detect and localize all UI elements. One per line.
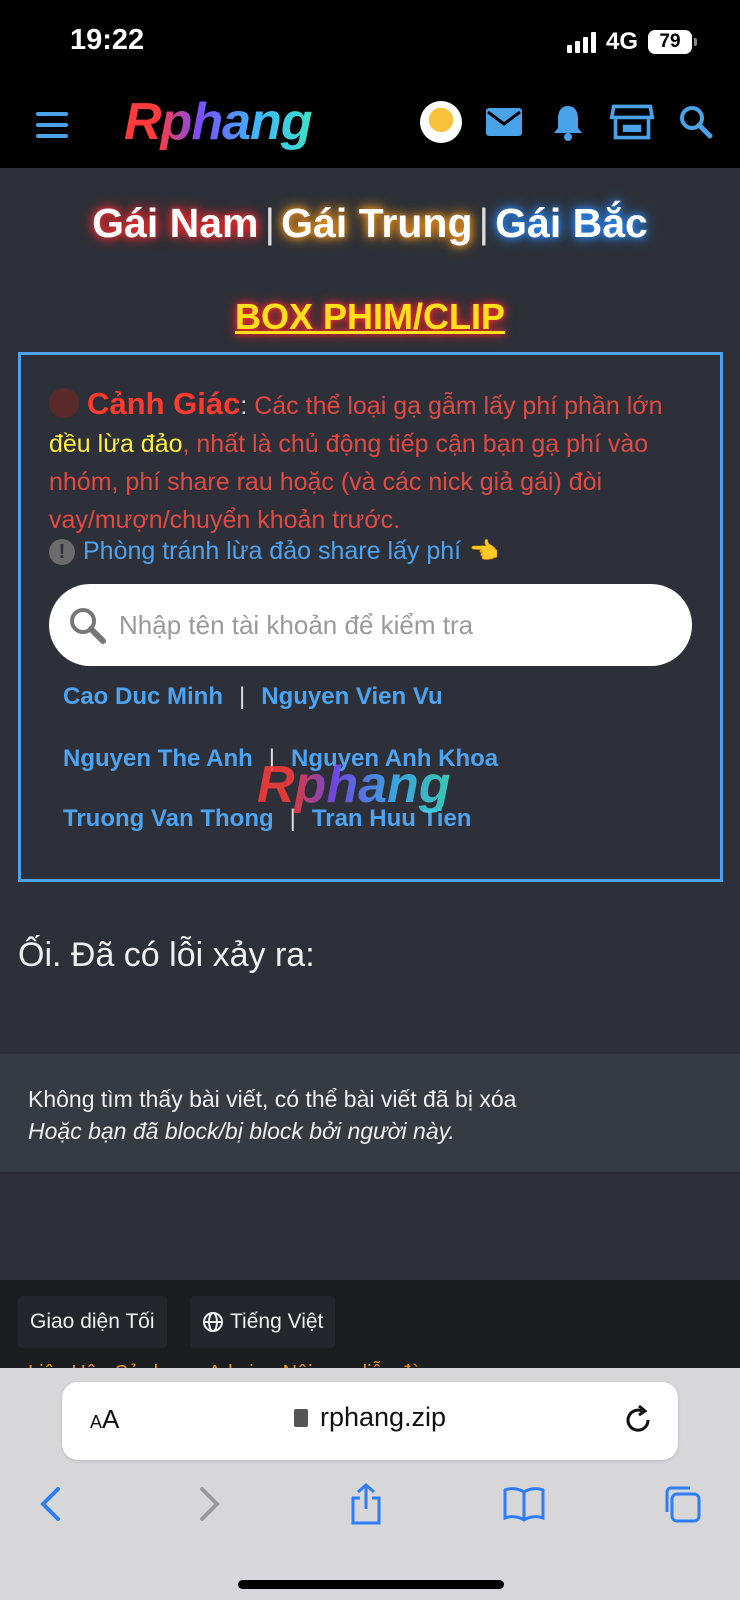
tip-label: Phòng tránh lừa đảo share lấy phí [83, 537, 462, 565]
forward-icon[interactable] [188, 1482, 232, 1526]
url-display[interactable]: rphang.zip [62, 1402, 678, 1433]
region-link-south[interactable]: Gái Nam [92, 200, 258, 246]
url-text: rphang.zip [319, 1402, 447, 1432]
region-link-central[interactable]: Gái Trung [281, 200, 472, 246]
region-links: Gái Nam | Gái Trung | Gái Bắc [0, 200, 740, 247]
signal-icon [566, 31, 596, 53]
theme-toggle-button[interactable]: Giao diện Tối [18, 1296, 167, 1348]
status-indicators: 4G 79 [566, 28, 697, 56]
name-link[interactable]: Truong Van Thong [63, 805, 274, 832]
site-logo[interactable]: Rphang [124, 92, 313, 152]
name-link[interactable]: Nguyen Vien Vu [261, 683, 442, 710]
warning-text-before: Các thể loại gạ gẫm lấy phí phần lớn [247, 392, 663, 420]
account-search-input[interactable] [119, 609, 659, 641]
menu-icon[interactable] [36, 112, 68, 138]
nav-icons [420, 100, 718, 144]
exclamation-icon: ! [49, 538, 75, 565]
network-type: 4G [605, 28, 638, 55]
avatar[interactable] [420, 101, 462, 143]
home-indicator [238, 1580, 504, 1589]
share-icon[interactable] [344, 1482, 388, 1526]
scam-tip-link[interactable]: ! Phòng tránh lừa đảo share lấy phí 👈 [49, 537, 499, 566]
status-time: 19:22 [70, 24, 145, 56]
address-bar[interactable]: AA rphang.zip [62, 1382, 678, 1460]
separator: | [478, 200, 490, 246]
footer: Giao diện Tối Tiếng Việt Liên Hệ · Sử dụ… [0, 1280, 740, 1384]
box-title-link[interactable]: BOX PHIM/CLIP [0, 296, 740, 338]
search-icon[interactable] [674, 100, 718, 144]
region-link-north[interactable]: Gái Bắc [495, 200, 648, 246]
error-line-1: Không tìm thấy bài viết, có thể bài viết… [28, 1086, 517, 1112]
battery-icon: 79 [648, 30, 697, 54]
pointing-hand-icon: 👈 [469, 538, 499, 565]
separator: | [239, 683, 246, 710]
error-title: Ối. Đã có lỗi xảy ra: [18, 936, 315, 974]
mail-icon[interactable] [482, 100, 526, 144]
name-link[interactable]: Nguyen The Anh [63, 745, 253, 772]
store-icon[interactable] [610, 100, 654, 144]
error-line-2: Hoặc bạn đã block/bị block bởi người này… [28, 1118, 455, 1144]
warning-headline: Cảnh Giác [87, 386, 241, 421]
scam-warning-box: Cảnh Giác: Các thể loại gạ gẫm lấy phí p… [18, 352, 723, 882]
top-navbar: Rphang [0, 84, 740, 168]
tabs-icon[interactable] [660, 1482, 704, 1526]
error-message-panel: Không tìm thấy bài viết, có thể bài viết… [0, 1054, 740, 1174]
logo-watermark: Rphang [257, 756, 451, 814]
status-bar: 19:22 4G 79 [0, 0, 740, 84]
account-check-search [49, 584, 692, 666]
warning-highlight: đều lừa đảo [49, 430, 183, 458]
search-icon [70, 608, 106, 644]
back-icon[interactable] [28, 1482, 72, 1526]
name-link[interactable]: Cao Duc Minh [63, 683, 223, 710]
warning-shield-icon [49, 388, 79, 418]
bookmarks-icon[interactable] [502, 1482, 546, 1526]
lock-icon [293, 1409, 308, 1427]
separator: | [264, 200, 276, 246]
globe-icon [203, 1312, 223, 1332]
bell-icon[interactable] [546, 100, 590, 144]
language-button[interactable]: Tiếng Việt [190, 1296, 336, 1348]
language-label: Tiếng Việt [230, 1310, 324, 1333]
reload-icon[interactable] [620, 1402, 656, 1438]
warning-text: Cảnh Giác: Các thể loại gạ gẫm lấy phí p… [49, 385, 699, 539]
browser-toolbar: AA rphang.zip [0, 1368, 740, 1600]
